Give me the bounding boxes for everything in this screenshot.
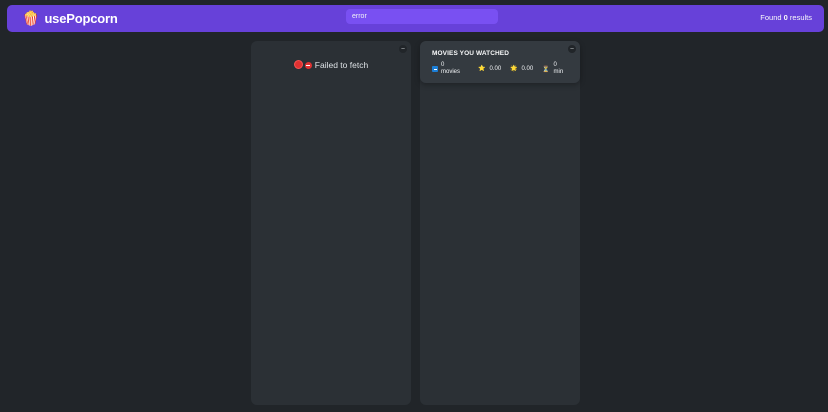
error-message: Failed to fetch: [251, 60, 411, 70]
movie-list-box: – Failed to fetch: [251, 41, 411, 405]
no-entry-icon: [304, 62, 312, 69]
stat-imdb-rating: ⭐ 0.00: [478, 65, 502, 73]
summary-stats: 0 movies ⭐ 0.00 🌟 0.00 ⏳ 0 min: [432, 62, 572, 76]
user-rating: 0.00: [521, 65, 534, 72]
movies-count: 0: [441, 62, 445, 68]
logo-text: usePopcorn: [44, 10, 118, 26]
watched-box: MOVIES YOU WATCHED 0 movies ⭐ 0.00 🌟 0.00…: [420, 41, 580, 405]
glowing-star-icon: 🌟: [510, 66, 518, 72]
search-input[interactable]: [346, 9, 498, 24]
runtime-unit: min: [553, 69, 564, 75]
red-circle-icon: [293, 60, 303, 69]
popcorn-icon: 🍿: [22, 10, 40, 26]
navbar: 🍿 usePopcorn Found 0 results: [7, 5, 824, 32]
imdb-rating: 0.00: [489, 65, 502, 72]
stat-runtime: ⏳ 0 min: [542, 62, 563, 76]
results-prefix: Found: [760, 13, 782, 22]
results-suffix: results: [789, 13, 812, 22]
star-icon: ⭐: [478, 66, 486, 72]
toggle-watched-button[interactable]: –: [568, 45, 576, 53]
num-results: Found 0 results: [760, 13, 812, 22]
runtime-value: 0: [553, 62, 557, 68]
results-count: 0: [783, 13, 788, 22]
logo: 🍿 usePopcorn: [22, 9, 118, 27]
movies-label: movies: [441, 69, 461, 75]
hash-icon: [432, 66, 438, 72]
error-text: Failed to fetch: [314, 60, 369, 70]
summary-title: MOVIES YOU WATCHED: [432, 50, 510, 57]
toggle-list-button[interactable]: –: [399, 45, 407, 53]
hourglass-icon: ⏳: [542, 66, 550, 73]
stat-user-rating: 🌟 0.00: [510, 65, 534, 73]
watched-summary: MOVIES YOU WATCHED 0 movies ⭐ 0.00 🌟 0.00…: [420, 41, 580, 83]
stat-movies: 0 movies: [432, 62, 460, 76]
